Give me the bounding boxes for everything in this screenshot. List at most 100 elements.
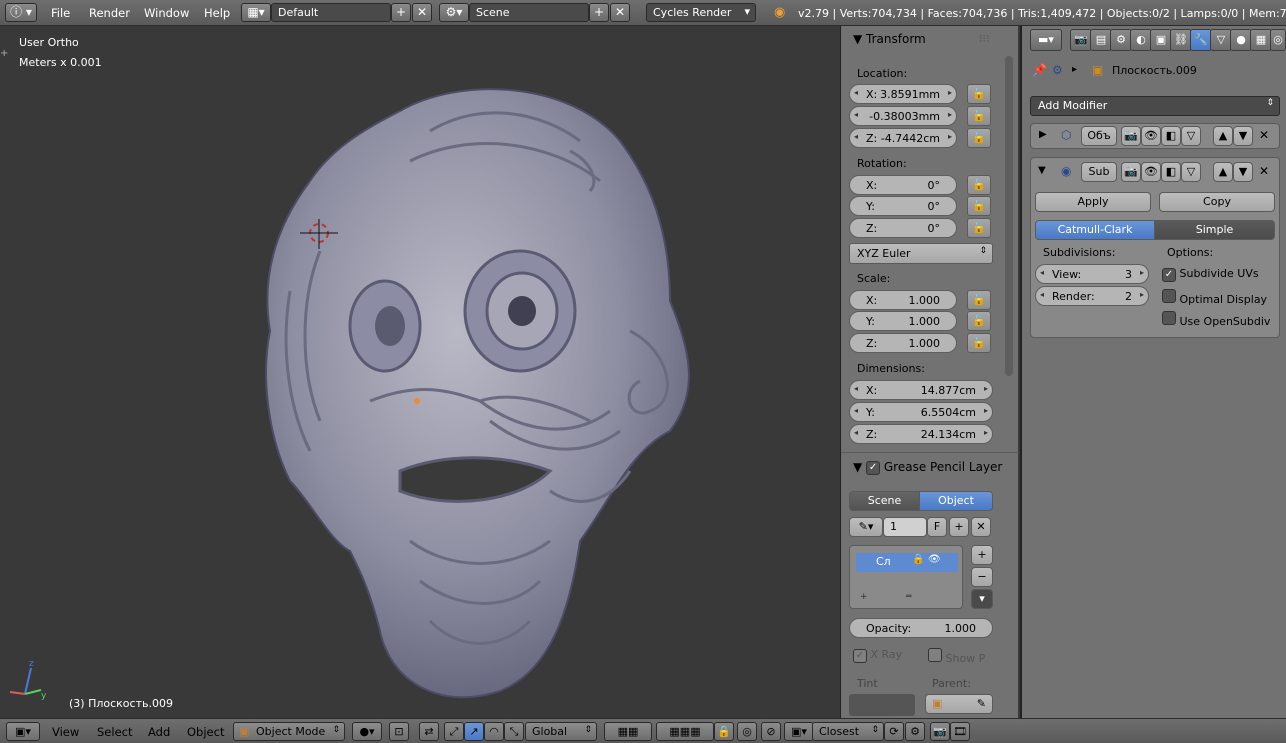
opengl-render-icon[interactable]: 📷 bbox=[930, 722, 950, 741]
editor-type-icon[interactable]: ▬▾ bbox=[1030, 29, 1062, 51]
lock-layers-icon[interactable]: 🔒 bbox=[714, 722, 734, 741]
scene-field[interactable]: Scene bbox=[469, 3, 589, 22]
render-toggle-icon[interactable]: 📷 bbox=[1121, 126, 1141, 146]
dimensions-y-field[interactable]: ◂ Y: 6.5504cm ▸ bbox=[849, 402, 993, 422]
gp-tint-color[interactable] bbox=[849, 694, 915, 716]
snap-target-select[interactable]: Closest ⇕ bbox=[812, 722, 884, 741]
lock-rotation-z-icon[interactable]: 🔓 bbox=[967, 218, 991, 238]
collapse-arrow-icon[interactable]: ▼ bbox=[1038, 165, 1046, 176]
location-z-field[interactable]: ◂ Z: -4.7442cm ▸ bbox=[849, 128, 957, 148]
transform-orientation-select[interactable]: Global ⇕ bbox=[525, 722, 597, 741]
gp-object-tab[interactable]: Object bbox=[919, 491, 993, 511]
subdivide-uvs-option[interactable]: ✓ Subdivide UVs bbox=[1162, 267, 1259, 282]
snap-element-icon[interactable]: ▣▾ bbox=[784, 722, 814, 741]
lock-location-z-icon[interactable]: 🔓 bbox=[967, 128, 991, 148]
rotate-manipulator-icon[interactable]: ◠ bbox=[484, 722, 504, 741]
move-up-icon[interactable]: ▲ bbox=[1213, 126, 1233, 146]
pivot-icon[interactable]: ⊡ bbox=[389, 722, 409, 741]
gp-layer-remove-icon[interactable]: − bbox=[971, 567, 993, 587]
gp-pencil-icon[interactable]: ✎▾ bbox=[849, 517, 883, 537]
rotation-y-field[interactable]: Y: 0° bbox=[849, 196, 957, 216]
move-up-icon[interactable]: ▲ bbox=[1213, 162, 1233, 182]
scale-manipulator-icon[interactable]: ⤡ bbox=[504, 722, 524, 741]
panel-grip-icon[interactable]: ⁝⁝⁝ bbox=[979, 32, 990, 45]
transform-panel-header[interactable]: ▼ Transform bbox=[853, 32, 926, 46]
rotation-z-field[interactable]: Z: 0° bbox=[849, 218, 957, 238]
opensubdiv-option[interactable]: Use OpenSubdiv bbox=[1162, 311, 1270, 328]
manipulator-toggle-icon[interactable]: ⤢ bbox=[444, 722, 464, 741]
xray-checkbox[interactable]: ✓ bbox=[853, 649, 867, 663]
render-tab-icon[interactable]: 📷 bbox=[1070, 29, 1092, 51]
screen-layout-field[interactable]: Default bbox=[271, 3, 391, 22]
gp-layer-item[interactable]: Сл 🔒 👁 bbox=[856, 553, 958, 572]
lock-rotation-x-icon[interactable]: 🔓 bbox=[967, 175, 991, 195]
resize-grip-icon[interactable]: ═ bbox=[906, 592, 911, 602]
snap-project-icon[interactable]: ⚙ bbox=[905, 722, 925, 741]
material-tab-icon[interactable]: ● bbox=[1230, 29, 1252, 51]
scale-z-field[interactable]: Z: 1.000 bbox=[849, 333, 957, 353]
opensubdiv-checkbox[interactable] bbox=[1162, 311, 1176, 325]
lock-rotation-y-icon[interactable]: 🔓 bbox=[967, 196, 991, 216]
optimal-display-option[interactable]: Optimal Display bbox=[1162, 289, 1267, 306]
lock-scale-y-icon[interactable]: 🔓 bbox=[967, 311, 991, 331]
pivot-only-icon[interactable]: ⇄ bbox=[419, 722, 439, 741]
show-points-checkbox[interactable] bbox=[928, 648, 942, 662]
add-icon[interactable]: + bbox=[860, 592, 868, 602]
opengl-anim-icon[interactable]: 🎞 bbox=[950, 722, 970, 741]
cage-toggle-icon[interactable]: ▽ bbox=[1181, 162, 1201, 182]
shading-select-icon[interactable]: ●▾ bbox=[352, 722, 382, 741]
gp-show-points-option[interactable]: Show P bbox=[928, 648, 985, 665]
lock-location-y-icon[interactable]: 🔓 bbox=[967, 106, 991, 126]
add-scene-icon[interactable]: + bbox=[589, 3, 609, 22]
lock-scale-z-icon[interactable]: 🔓 bbox=[967, 333, 991, 353]
editor-type-icon[interactable]: ▣▾ bbox=[6, 722, 40, 741]
gp-xray-option[interactable]: ✓ X Ray bbox=[853, 648, 902, 663]
modifiers-tab-icon[interactable]: 🔧 bbox=[1190, 29, 1212, 51]
location-x-field[interactable]: ◂ X: 3.8591mm ▸ bbox=[849, 84, 957, 104]
snap-align-icon[interactable]: ⟳ bbox=[884, 722, 904, 741]
translate-manipulator-icon[interactable]: ↗ bbox=[464, 722, 484, 741]
menu-file[interactable]: File bbox=[51, 6, 70, 20]
gp-layer-menu-icon[interactable]: ▾ bbox=[971, 589, 993, 609]
apply-button[interactable]: Apply bbox=[1035, 192, 1151, 212]
layers-grid-icon[interactable]: ▦▦▦ bbox=[656, 722, 714, 741]
editmode-toggle-icon[interactable]: ◧ bbox=[1161, 162, 1181, 182]
mode-select[interactable]: ▣ Object Mode ⇕ bbox=[233, 722, 345, 741]
gp-opacity-field[interactable]: Opacity: 1.000 bbox=[849, 618, 993, 638]
menu-view[interactable]: View bbox=[52, 725, 79, 739]
simple-button[interactable]: Simple bbox=[1154, 220, 1275, 240]
3d-viewport[interactable]: User Ortho Meters x 0.001 + z y (3) Плос… bbox=[0, 26, 840, 718]
gp-fake-user-button[interactable]: F bbox=[927, 517, 947, 537]
view-subdivisions-field[interactable]: ◂ View: 3 ▸ bbox=[1035, 264, 1149, 284]
viewport-toggle-icon[interactable]: 👁 bbox=[1141, 162, 1161, 182]
eye-icon[interactable]: 👁 bbox=[928, 554, 941, 565]
grease-pencil-enable-checkbox[interactable]: ✓ bbox=[866, 460, 881, 475]
eyedropper-icon[interactable]: ✎ bbox=[977, 695, 986, 713]
menu-render[interactable]: Render bbox=[89, 6, 130, 20]
viewport-toggle-icon[interactable]: 👁 bbox=[1141, 126, 1161, 146]
scale-y-field[interactable]: Y: 1.000 bbox=[849, 311, 957, 331]
scene-icon[interactable]: ⚙▾ bbox=[439, 3, 469, 22]
object-tab-icon[interactable]: ▣ bbox=[1150, 29, 1172, 51]
modifier2-name-field[interactable]: Sub bbox=[1081, 162, 1117, 182]
proportional-edit-icon[interactable]: ◎ bbox=[737, 722, 757, 741]
dimensions-x-field[interactable]: ◂ X: 14.877cm ▸ bbox=[849, 380, 993, 400]
move-down-icon[interactable]: ▼ bbox=[1233, 126, 1253, 146]
pin-icon[interactable]: 📌 bbox=[1032, 63, 1047, 77]
3d-cursor[interactable] bbox=[300, 219, 340, 259]
remove-modifier-icon[interactable]: ✕ bbox=[1259, 128, 1269, 142]
scene-layers-icon[interactable]: ▦▦ bbox=[604, 722, 652, 741]
scene-tab-icon[interactable]: ⚙ bbox=[1110, 29, 1132, 51]
gp-scene-tab[interactable]: Scene bbox=[849, 491, 920, 511]
rotation-mode-select[interactable]: XYZ Euler ⇕ bbox=[849, 243, 993, 264]
add-layout-icon[interactable]: + bbox=[391, 3, 411, 22]
catmull-clark-button[interactable]: Catmull-Clark bbox=[1035, 220, 1155, 240]
toolshelf-toggle-icon[interactable]: + bbox=[0, 48, 8, 59]
subdivide-uvs-checkbox[interactable]: ✓ bbox=[1162, 268, 1176, 282]
render-toggle-icon[interactable]: 📷 bbox=[1121, 162, 1141, 182]
scale-x-field[interactable]: X: 1.000 bbox=[849, 290, 957, 310]
render-engine-select[interactable]: Cycles Render ▾ bbox=[646, 3, 756, 22]
dimensions-z-field[interactable]: ◂ Z: 24.134cm ▸ bbox=[849, 424, 993, 444]
menu-window[interactable]: Window bbox=[144, 6, 189, 20]
gp-layer-add-icon[interactable]: + bbox=[971, 545, 993, 565]
